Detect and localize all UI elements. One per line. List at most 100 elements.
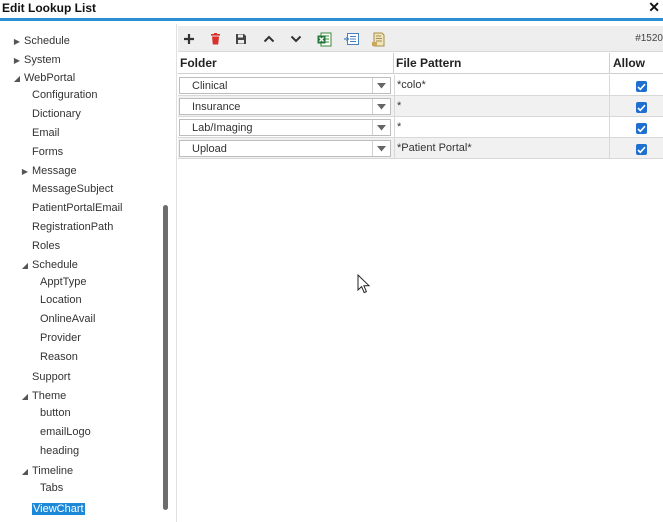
tree-item[interactable]: ▶Support: [20, 369, 71, 385]
dropdown-arrow-icon[interactable]: [372, 99, 390, 114]
tree-item-label: heading: [40, 445, 80, 457]
table-row[interactable]: Upload *Patient Portal*: [178, 138, 663, 159]
tree-item-label: ViewChart: [32, 503, 85, 515]
tree-item-label: MessageSubject: [32, 183, 114, 195]
collapse-arrow-icon[interactable]: ◢: [20, 389, 30, 405]
tree-item[interactable]: ▶Location: [28, 292, 82, 308]
tree-item-label: emailLogo: [40, 426, 91, 438]
tree-item[interactable]: ▶RegistrationPath: [20, 219, 113, 235]
tree-item[interactable]: ▶Forms: [20, 144, 63, 160]
collapse-arrow-icon[interactable]: ◢: [20, 258, 30, 274]
tree-item[interactable]: ▶ Schedule: [12, 33, 70, 49]
tree-item[interactable]: ▶MessageSubject: [20, 181, 113, 197]
column-header-folder[interactable]: Folder: [178, 53, 394, 74]
collapse-arrow-icon[interactable]: ◢: [20, 464, 30, 480]
file-pattern-cell[interactable]: *Patient Portal*: [394, 138, 610, 159]
allow-checkbox[interactable]: [636, 123, 647, 134]
excel-export-icon[interactable]: [316, 31, 332, 47]
tree-item[interactable]: ▶ApptType: [28, 274, 86, 290]
title-bar: Edit Lookup List ✕: [0, 0, 663, 18]
column-header-allow[interactable]: Allow: [610, 53, 663, 74]
expand-arrow-icon[interactable]: ▶: [20, 164, 30, 180]
title-accent-line: [0, 18, 663, 21]
expand-arrow-icon[interactable]: ▶: [12, 34, 22, 50]
tree-item[interactable]: ▶Roles: [20, 238, 60, 254]
allow-checkbox[interactable]: [636, 144, 647, 155]
tree-item-label: Location: [40, 294, 82, 306]
report-icon[interactable]: [371, 31, 387, 47]
table-row[interactable]: Lab/Imaging *: [178, 117, 663, 138]
lookup-tree: ▶Schedule▶System◢WebPortal▶Configuration…: [0, 24, 172, 522]
allow-checkbox[interactable]: [636, 81, 647, 92]
tree-item-label: PatientPortalEmail: [32, 202, 123, 214]
tree-item-label: Dictionary: [32, 108, 81, 120]
file-pattern-cell[interactable]: *: [394, 117, 610, 138]
folder-value: Lab/Imaging: [192, 122, 253, 134]
close-icon[interactable]: ✕: [648, 0, 660, 16]
folder-value: Upload: [192, 143, 227, 155]
tree-item-label: Reason: [40, 351, 78, 363]
tree-item[interactable]: ▶ Message: [20, 163, 77, 179]
dropdown-arrow-icon[interactable]: [372, 120, 390, 135]
tree-item[interactable]: ◢ Theme: [20, 388, 66, 404]
import-icon[interactable]: [343, 31, 359, 47]
dropdown-arrow-icon[interactable]: [372, 78, 390, 93]
tree-item-label: Email: [32, 127, 60, 139]
tree-item[interactable]: ▶button: [28, 405, 71, 421]
collapse-arrow-icon[interactable]: ◢: [12, 71, 22, 87]
tree-item-label: Tabs: [40, 482, 64, 494]
move-up-icon[interactable]: [261, 31, 277, 47]
folder-select[interactable]: Clinical: [179, 77, 391, 94]
tree-item-label: Roles: [32, 240, 61, 252]
folder-value: Insurance: [192, 101, 241, 113]
column-header-file-pattern[interactable]: File Pattern: [394, 53, 610, 74]
file-pattern-cell[interactable]: *colo*: [394, 75, 610, 96]
tree-item-label: OnlineAvail: [40, 313, 96, 325]
tree-item-label: Schedule: [32, 259, 78, 271]
tree-item[interactable]: ▶ViewChart: [20, 501, 85, 517]
grid-toolbar: #1520: [178, 26, 663, 52]
tree-item-label: System: [24, 54, 61, 66]
tree-item-label: Schedule: [24, 35, 70, 47]
folder-value: Clinical: [192, 80, 228, 92]
tree-item[interactable]: ▶Tabs: [28, 480, 63, 496]
dropdown-arrow-icon[interactable]: [372, 141, 390, 156]
tree-item[interactable]: ▶Email: [20, 125, 60, 141]
tree-item[interactable]: ▶Dictionary: [20, 106, 81, 122]
tree-item[interactable]: ◢ Schedule: [20, 257, 78, 273]
tree-item[interactable]: ▶Provider: [28, 330, 81, 346]
tree-scrollbar[interactable]: [163, 205, 168, 510]
tree-item[interactable]: ◢ WebPortal: [12, 70, 75, 86]
allow-checkbox[interactable]: [636, 102, 647, 113]
tree-item-label: Theme: [32, 390, 67, 402]
tree-item-label: Provider: [40, 332, 81, 344]
tree-item-label: WebPortal: [24, 72, 76, 84]
save-icon[interactable]: [233, 31, 249, 47]
tree-item[interactable]: ▶Configuration: [20, 87, 97, 103]
tree-item-label: Message: [32, 165, 77, 177]
folder-select[interactable]: Lab/Imaging: [179, 119, 391, 136]
file-pattern-cell[interactable]: *: [394, 96, 610, 117]
tree-item[interactable]: ▶heading: [28, 443, 79, 459]
tree-item[interactable]: ▶Reason: [28, 349, 78, 365]
tree-item[interactable]: ▶ System: [12, 52, 61, 68]
record-count: #1520: [635, 33, 663, 44]
expand-arrow-icon[interactable]: ▶: [12, 53, 22, 69]
tree-item-label: button: [40, 407, 71, 419]
tree-item-label: ApptType: [40, 276, 87, 288]
delete-icon[interactable]: [207, 31, 223, 47]
folder-select[interactable]: Upload: [179, 140, 391, 157]
tree-item[interactable]: ▶OnlineAvail: [28, 311, 95, 327]
tree-item-label: Forms: [32, 146, 64, 158]
tree-item-label: Configuration: [32, 89, 98, 101]
add-icon[interactable]: [181, 31, 197, 47]
tree-item-label: RegistrationPath: [32, 221, 114, 233]
tree-item[interactable]: ▶PatientPortalEmail: [20, 200, 123, 216]
tree-item[interactable]: ◢ Timeline: [20, 463, 73, 479]
tree-item[interactable]: ▶emailLogo: [28, 424, 91, 440]
table-row[interactable]: Insurance *: [178, 96, 663, 117]
pane-divider[interactable]: [176, 24, 177, 522]
table-row[interactable]: Clinical *colo*: [178, 75, 663, 96]
folder-select[interactable]: Insurance: [179, 98, 391, 115]
move-down-icon[interactable]: [288, 31, 304, 47]
